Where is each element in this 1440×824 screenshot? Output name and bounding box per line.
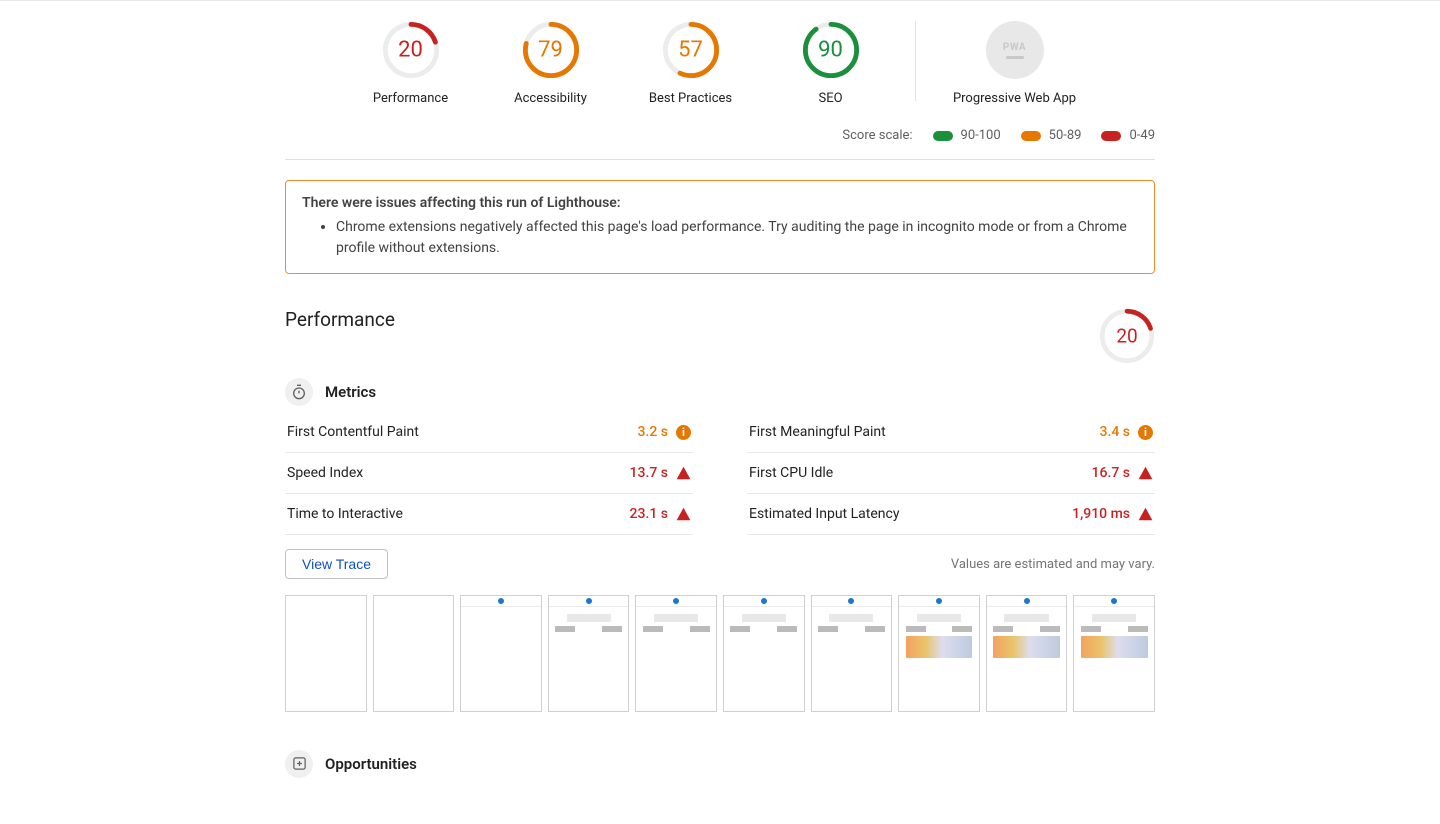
scale-item: 90-100 [933, 128, 1001, 143]
performance-section-header: Performance 20 [285, 308, 1155, 364]
scale-label: Score scale: [842, 128, 912, 143]
pwa-icon: PWA [986, 21, 1044, 79]
score-gauge-best-practices[interactable]: 57Best Practices [621, 21, 761, 106]
lighthouse-warning-box: There were issues affecting this run of … [285, 180, 1155, 274]
performance-title: Performance [285, 308, 395, 331]
performance-gauge-value: 20 [1116, 325, 1137, 348]
metric-value: 1,910 ms [1072, 506, 1130, 522]
filmstrip-frame[interactable] [1073, 595, 1155, 712]
metric-label: First Contentful Paint [287, 424, 419, 440]
filmstrip-frame[interactable] [285, 595, 367, 712]
metric-value: 3.4 s [1100, 424, 1131, 440]
filmstrip-frame[interactable] [723, 595, 805, 712]
scale-item: 0-49 [1101, 128, 1155, 143]
score-divider [915, 21, 916, 101]
metric-label: Speed Index [287, 465, 363, 481]
filmstrip-frame[interactable] [986, 595, 1068, 712]
metric-label: Time to Interactive [287, 506, 403, 522]
info-icon: i [1138, 425, 1153, 440]
scale-item: 50-89 [1021, 128, 1082, 143]
metric-row[interactable]: First Meaningful Paint 3.4 s i [747, 412, 1155, 453]
warning-title: There were issues affecting this run of … [302, 195, 1138, 211]
metric-row[interactable]: Estimated Input Latency 1,910 ms [747, 494, 1155, 535]
metric-value: 13.7 s [630, 465, 668, 481]
filmstrip-frame[interactable] [373, 595, 455, 712]
stopwatch-icon [285, 378, 313, 406]
metric-label: Estimated Input Latency [749, 506, 899, 522]
metrics-grid: First Contentful Paint 3.2 s i Speed Index 1… [285, 412, 1155, 535]
metric-row[interactable]: First CPU Idle 16.7 s [747, 453, 1155, 494]
warning-icon [676, 507, 691, 521]
performance-gauge-small: 20 [1099, 308, 1155, 364]
metric-value: 23.1 s [630, 506, 668, 522]
score-header: 20Performance79Accessibility57Best Pract… [285, 1, 1155, 120]
opportunities-title: Opportunities [325, 755, 417, 773]
score-scale-legend: Score scale: 90-100 50-89 0-49 [285, 120, 1155, 160]
warning-icon [1138, 507, 1153, 521]
opportunities-subsection-header: Opportunities [285, 750, 1155, 778]
metric-row[interactable]: Speed Index 13.7 s [285, 453, 693, 494]
filmstrip-frame[interactable] [460, 595, 542, 712]
metrics-subsection-header: Metrics [285, 378, 1155, 406]
filmstrip-frame[interactable] [898, 595, 980, 712]
metric-label: First Meaningful Paint [749, 424, 886, 440]
warning-icon [1138, 466, 1153, 480]
view-trace-button[interactable]: View Trace [285, 549, 388, 579]
metric-label: First CPU Idle [749, 465, 833, 481]
score-gauge-seo[interactable]: 90SEO [761, 21, 901, 106]
warning-icon [676, 466, 691, 480]
score-gauge-pwa[interactable]: PWAProgressive Web App [930, 21, 1100, 106]
score-gauge-performance[interactable]: 20Performance [341, 21, 481, 106]
warning-item: Chrome extensions negatively affected th… [336, 217, 1138, 259]
info-icon: i [676, 425, 691, 440]
filmstrip [285, 595, 1155, 712]
filmstrip-frame[interactable] [635, 595, 717, 712]
metric-value: 3.2 s [638, 424, 669, 440]
filmstrip-frame[interactable] [811, 595, 893, 712]
score-gauge-accessibility[interactable]: 79Accessibility [481, 21, 621, 106]
metrics-title: Metrics [325, 383, 376, 401]
metric-value: 16.7 s [1092, 465, 1130, 481]
metric-row[interactable]: First Contentful Paint 3.2 s i [285, 412, 693, 453]
opportunities-icon [285, 750, 313, 778]
metric-row[interactable]: Time to Interactive 23.1 s [285, 494, 693, 535]
filmstrip-frame[interactable] [548, 595, 630, 712]
estimate-note: Values are estimated and may vary. [951, 557, 1155, 572]
